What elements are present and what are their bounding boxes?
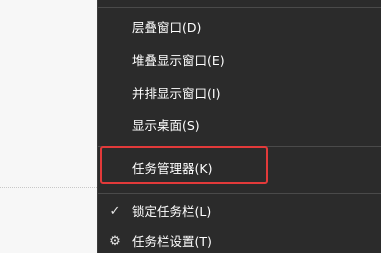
- menu-item-label: 并排显示窗口(I): [132, 86, 221, 101]
- desktop-background: [0, 0, 97, 253]
- menu-item-side-by-side-windows[interactable]: 并排显示窗口(I): [98, 79, 381, 109]
- menu-item-task-manager[interactable]: 任务管理器(K): [98, 154, 381, 184]
- checkmark-icon: ✓: [109, 204, 121, 219]
- menu-item-label: 堆叠显示窗口(E): [132, 53, 225, 68]
- menu-separator: [98, 146, 381, 147]
- menu-item-stack-windows[interactable]: 堆叠显示窗口(E): [98, 46, 381, 76]
- menu-separator: [98, 193, 381, 194]
- menu-item-cascade-windows[interactable]: 层叠窗口(D): [98, 13, 381, 43]
- menu-item-label: 任务管理器(K): [132, 161, 213, 176]
- taskbar-context-menu: 层叠窗口(D) 堆叠显示窗口(E) 并排显示窗口(I) 显示桌面(S) 任务管理…: [97, 0, 381, 253]
- menu-separator-top: [98, 7, 381, 8]
- menu-item-lock-taskbar[interactable]: ✓ 锁定任务栏(L): [98, 197, 381, 227]
- menu-item-show-desktop[interactable]: 显示桌面(S): [98, 111, 381, 141]
- menu-item-label: 显示桌面(S): [132, 118, 200, 133]
- menu-item-label: 锁定任务栏(L): [132, 204, 212, 219]
- menu-item-label: 层叠窗口(D): [132, 20, 202, 35]
- dotted-divider: [0, 187, 97, 188]
